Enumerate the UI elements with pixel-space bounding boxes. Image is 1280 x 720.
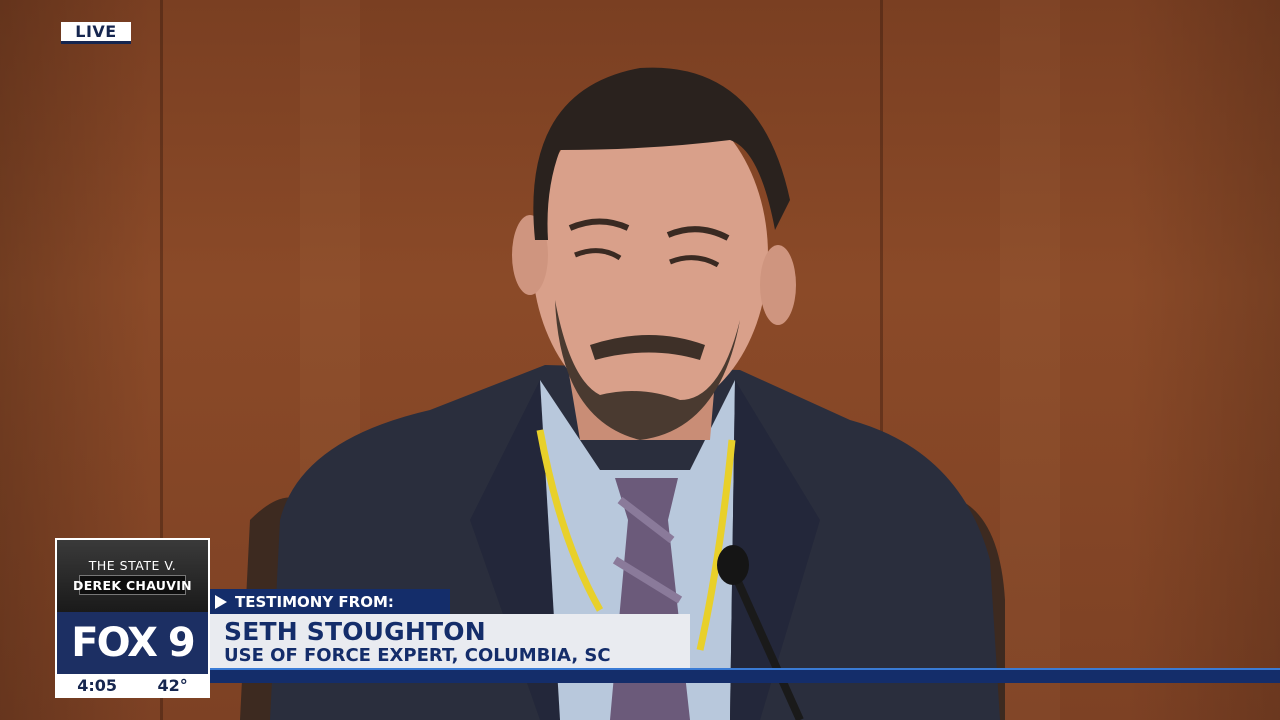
witness-name: SETH STOUGHTON — [224, 617, 486, 646]
temperature: 42° — [157, 675, 188, 695]
station-logo: FOX 9 — [57, 612, 208, 674]
clock-time: 4:05 — [77, 675, 118, 695]
lower-third-accent — [210, 668, 1280, 670]
station-bug: THE STATE V. DEREK CHAUVIN FOX 9 4:05 42… — [55, 538, 210, 698]
station-logo-text: FOX 9 — [71, 620, 195, 666]
witness-title: USE OF FORCE EXPERT, COLUMBIA, SC — [224, 645, 611, 666]
live-label: LIVE — [75, 22, 117, 41]
lower-third-bar — [210, 668, 1280, 683]
lower-third-label-text: TESTIMONY FROM: — [235, 592, 394, 611]
show-title-line1: THE STATE V. — [88, 558, 177, 573]
play-arrow-icon — [215, 594, 227, 609]
lower-third-label: TESTIMONY FROM: — [210, 589, 450, 614]
show-title-line2: DEREK CHAUVIN — [73, 578, 192, 593]
lower-third-panel: SETH STOUGHTON USE OF FORCE EXPERT, COLU… — [210, 614, 690, 668]
time-temp-strip: 4:05 42° — [57, 674, 208, 696]
live-badge: LIVE — [61, 22, 131, 44]
show-title-graphic: THE STATE V. DEREK CHAUVIN — [57, 540, 208, 612]
